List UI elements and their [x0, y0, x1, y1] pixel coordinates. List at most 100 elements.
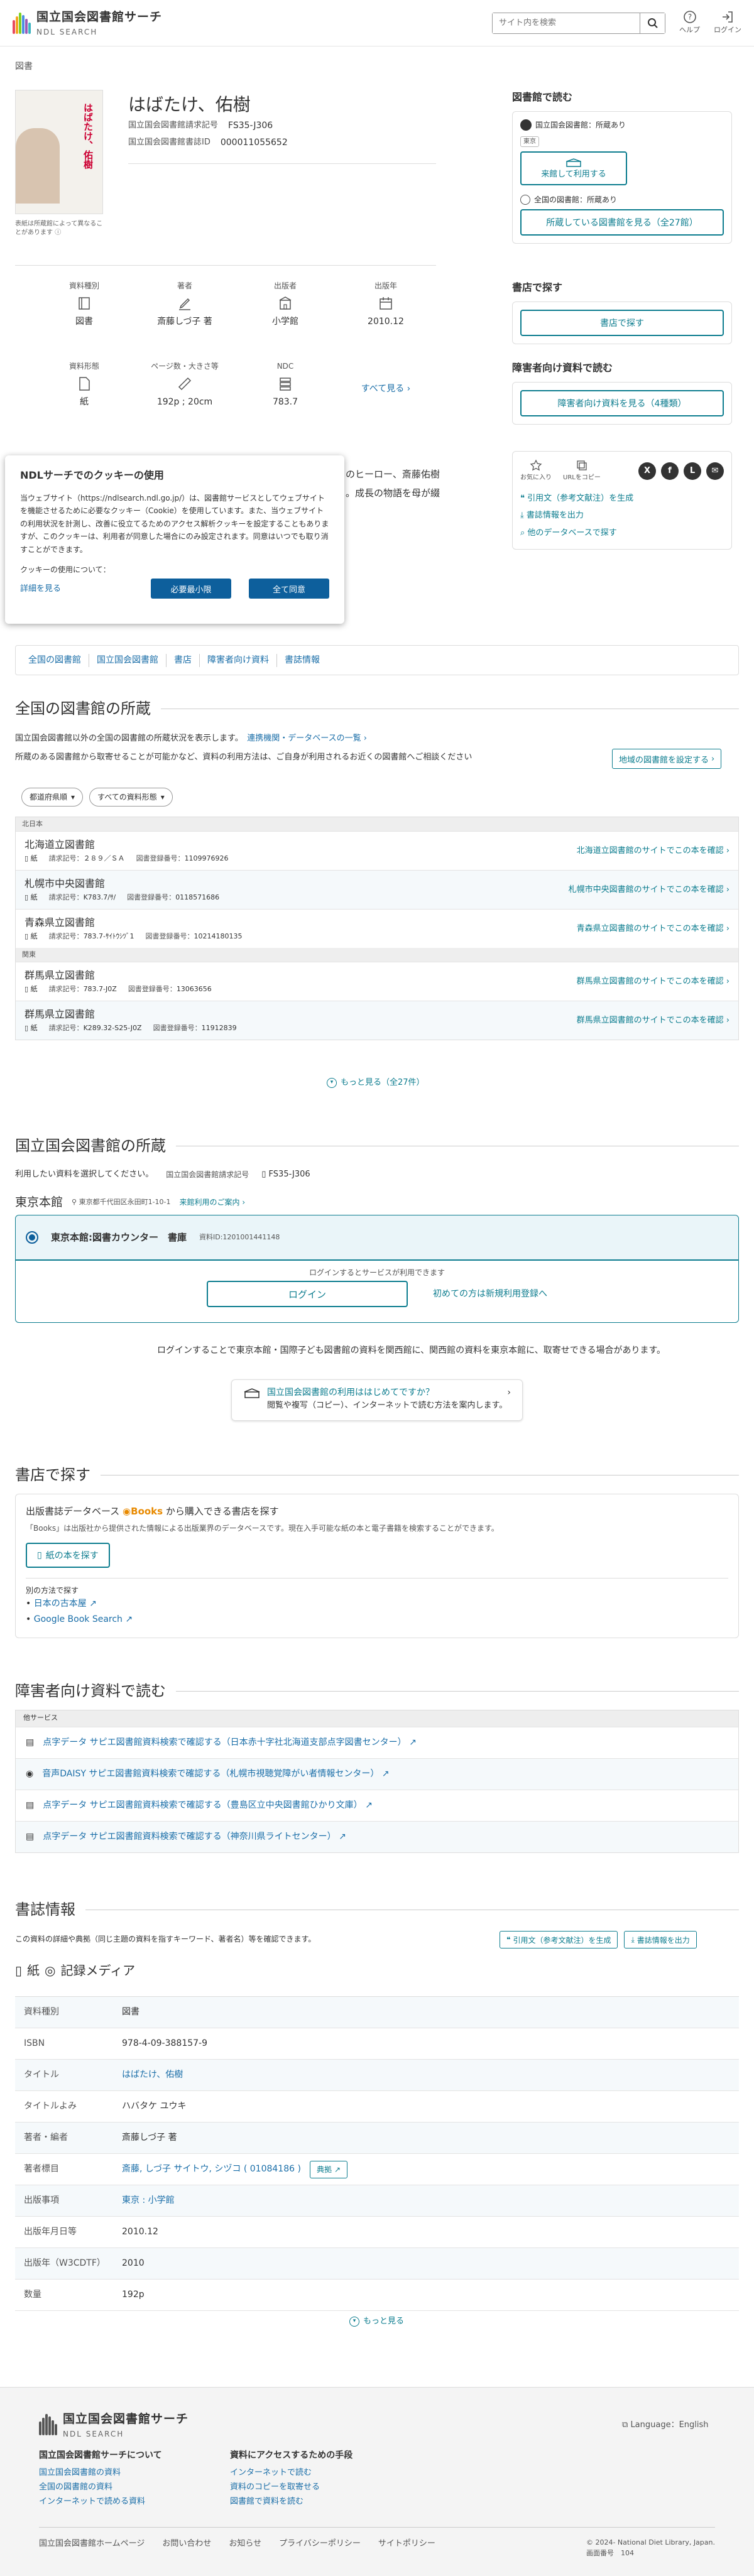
tokyo-tag: 東京 [520, 136, 539, 147]
title-link[interactable]: はばたけ、佑樹 [122, 2070, 183, 2080]
sapie-link[interactable]: 点字データ サピエ図書館資料検索で確認する（日本赤十字社北海道支部点字図書センタ… [43, 1736, 417, 1749]
login-icon [723, 11, 733, 23]
footer-bottom-link[interactable]: お知らせ [229, 2538, 261, 2558]
library-site-link[interactable]: 群馬県立図書館のサイトでこの本を確認 › [577, 976, 729, 988]
nav-store[interactable]: 書店 [166, 653, 199, 667]
login-button[interactable]: ログイン [207, 1281, 408, 1307]
building-icon [244, 1388, 260, 1398]
field-key: 著者・編者 [24, 2133, 68, 2143]
meta-key: 出版年 [374, 281, 397, 290]
cite-button[interactable]: ❝ 引用文（参考文献注）を生成 [500, 1931, 618, 1948]
footer-link[interactable]: 資料のコピーを取寄せる [230, 2481, 352, 2495]
login-link[interactable]: ログイン [714, 10, 741, 36]
search-input[interactable] [493, 13, 640, 33]
footer-logo-sub: NDL SEARCH [63, 2429, 124, 2438]
other-db-link[interactable]: ⌕ 他のデータベースで探す [520, 524, 724, 541]
format-select[interactable]: すべての資料形態 ▾ [89, 788, 173, 807]
library-site-link[interactable]: 札幌市中央図書館のサイトでこの本を確認 › [569, 884, 729, 896]
books-db-line: 出版書誌データベース ◉Books から購入できる書店を探す [26, 1506, 279, 1517]
mail-share-icon[interactable]: ✉ [706, 462, 724, 480]
cookie-agree-button[interactable]: 全て同意 [249, 579, 329, 599]
footer-link[interactable]: インターネットで読む [230, 2466, 352, 2481]
item-id: 資料ID:1201001441148 [199, 1232, 280, 1241]
visit-guide-link[interactable]: 来館利用のご案内 › [180, 1197, 246, 1208]
info-icon[interactable]: ⓘ [55, 229, 61, 236]
first-time-info[interactable]: 国立国会図書館の利用ははじめてですか？ › 閲覧や複写（コピー）、インターネット… [231, 1379, 523, 1421]
footer-bottom-link[interactable]: サイトポリシー [378, 2538, 435, 2558]
region-setting-button[interactable]: 地域の図書館を設定する › [612, 749, 722, 769]
biblio-more-link[interactable]: ▾ もっと見る [349, 2315, 404, 2328]
holding-libraries-button[interactable]: 所蔵している図書館を見る（全27館） [520, 209, 724, 236]
paper-book-search-button[interactable]: ▯ 紙の本を探す [26, 1542, 110, 1568]
footer-bottom-link[interactable]: 国立国会図書館ホームページ [39, 2538, 145, 2558]
other-db-label: 他のデータベースで探す [527, 528, 617, 538]
cite-link[interactable]: ❝ 引用文（参考文献注）を生成 [520, 490, 724, 507]
nav-ndl[interactable]: 国立国会図書館 [89, 653, 166, 667]
panel-heading: 図書館で読む [512, 91, 573, 103]
site-logo[interactable]: 国立国会図書館サーチ NDL SEARCH [13, 8, 162, 38]
favorite-button[interactable]: お気に入り [520, 459, 552, 482]
authority-button[interactable]: 典拠 ↗ [309, 2160, 348, 2178]
nav-national[interactable]: 全国の図書館 [28, 654, 89, 667]
media2: 記録メディア [60, 1963, 136, 1978]
export-link[interactable]: ⤓ 書誌情報を出力 [520, 507, 724, 524]
nav-biblio[interactable]: 書誌情報 [276, 653, 327, 667]
search-button[interactable] [640, 13, 665, 33]
audio-icon: ◉ [26, 1769, 34, 1779]
library-site-link[interactable]: 青森県立図書館のサイトでこの本を確認 › [577, 923, 729, 935]
store-button[interactable]: 書店で探す [520, 310, 724, 336]
kosho-link[interactable]: 日本の古本屋 ↗ [34, 1599, 97, 1609]
google-books-link[interactable]: Google Book Search ↗ [34, 1614, 133, 1624]
library-site-link[interactable]: 北海道立図書館のサイトでこの本を確認 › [577, 845, 729, 857]
meta-key: 資料形態 [68, 362, 99, 371]
desc-text: 国立国会図書館以外の全国の図書館の所蔵状況を表示します。 [15, 734, 239, 743]
library-site-link[interactable]: 群馬県立図書館のサイトでこの本を確認 › [577, 1014, 729, 1027]
help-link[interactable]: ? ヘルプ [679, 10, 700, 36]
sapie-link[interactable]: 音声DAISY サピエ図書館資料検索で確認する（札幌市視聴覚障がい者情報センター… [42, 1768, 389, 1781]
author-link[interactable]: 斎藤, しづ子 サイトウ, シヅコ ( 01084186 ) [122, 2163, 301, 2176]
visit-button[interactable]: 来館して利用する [520, 151, 627, 185]
sapie-link[interactable]: 点字データ サピエ図書館資料検索で確認する（豊島区立中央図書館ひかり文庫） ↗ [43, 1799, 373, 1812]
footer-link[interactable]: 国立国会図書館の資料 [39, 2466, 162, 2481]
actions-panel: お気に入り URLをコピー X f L ✉ ❝ 引用文（参考文献注）を生成 ⤓ … [512, 451, 732, 550]
footer-bottom-link[interactable]: プライバシーポリシー [279, 2538, 361, 2558]
export-button[interactable]: ⤓ 書誌情報を出力 [624, 1931, 697, 1948]
nav-disability[interactable]: 障害者向け資料 [199, 653, 276, 667]
publisher-link[interactable]: 東京 : 小学館 [122, 2195, 175, 2205]
meta-key: 出版者 [273, 281, 297, 290]
item-radio[interactable] [26, 1231, 38, 1244]
library-name: 群馬県立図書館 [25, 969, 96, 982]
footer-link[interactable]: インターネットで読める資料 [39, 2495, 162, 2509]
x-share-icon[interactable]: X [638, 462, 656, 480]
line-share-icon[interactable]: L [684, 462, 701, 480]
see-all-link[interactable]: すべて見る › [361, 361, 411, 417]
building-icon [279, 296, 292, 310]
meta-key: NDC [276, 362, 294, 371]
field-key: タイトルよみ [24, 2101, 77, 2111]
biblio-heading: 書誌情報 [15, 1898, 739, 1921]
url-copy-button[interactable]: URLをコピー [563, 459, 601, 482]
social-icons: X f L ✉ [638, 462, 724, 480]
language-switch[interactable]: ⧉ Language：English [622, 2419, 709, 2432]
cookie-detail-link[interactable]: 詳細を見る [20, 583, 61, 595]
sapie-link[interactable]: 点字データ サピエ図書館資料検索で確認する（神奈川県ライトセンター） ↗ [43, 1830, 346, 1844]
format-label: すべての資料形態 [97, 793, 157, 802]
footer-link[interactable]: 全国の図書館の資料 [39, 2481, 162, 2495]
books-logo: ◉Books [123, 1506, 163, 1517]
ndl-holding-text: 国立国会図書館：所蔵あり [535, 121, 626, 129]
disability-button[interactable]: 障害者向け資料を見る（4種類） [520, 390, 724, 416]
footer-link[interactable]: 図書館で資料を読む [230, 2495, 352, 2509]
heading-text: 書誌情報 [15, 1901, 75, 1918]
national-more-link[interactable]: ▾ もっと見る（全27件） [327, 1077, 425, 1089]
book-ids: 国立国会図書館請求記号 FS35-J306 国立国会図書館書誌ID 00001105… [128, 119, 288, 153]
cookie-minimum-button[interactable]: 必要最小限 [151, 579, 231, 599]
register-link[interactable]: 初めての方は新規利用登録へ [433, 1288, 547, 1301]
partner-list-link[interactable]: 連携機関・データベースの一覧 › [247, 734, 367, 743]
actions-box: お気に入り URLをコピー X f L ✉ ❝ 引用文（参考文献注）を生成 ⤓ … [512, 451, 732, 550]
facebook-share-icon[interactable]: f [661, 462, 679, 480]
footer-bottom-link[interactable]: お問い合わせ [162, 2538, 211, 2558]
footer-logo[interactable]: 国立国会図書館サーチ NDL SEARCH [39, 2410, 188, 2440]
holding-item-bar[interactable]: 東京本館:図書カウンター 書庫 資料ID:1201001441148 [16, 1215, 738, 1261]
ndl-holding-row: 国立国会図書館：所蔵あり [520, 119, 724, 131]
sort-select[interactable]: 都道府県順 ▾ [21, 788, 84, 807]
